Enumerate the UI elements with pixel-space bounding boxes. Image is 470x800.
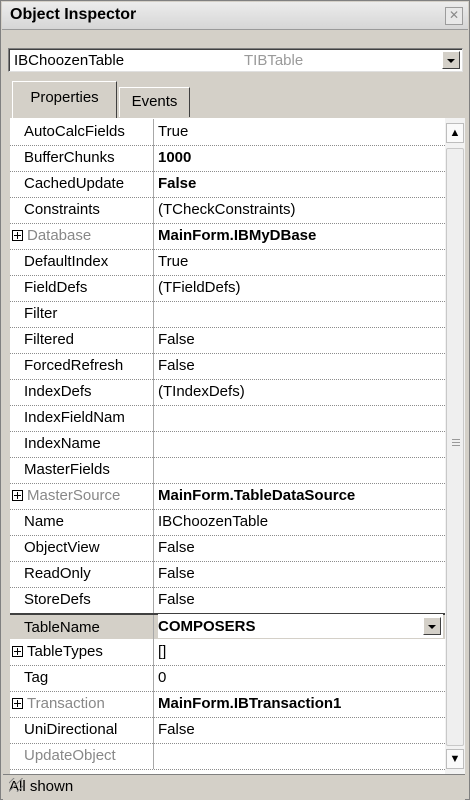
- property-row[interactable]: Tag 0: [10, 665, 445, 692]
- scroll-down-icon[interactable]: ▼: [446, 749, 464, 769]
- property-name: DefaultIndex: [10, 249, 154, 275]
- property-value[interactable]: (TIndexDefs): [158, 379, 445, 405]
- property-value[interactable]: False: [158, 561, 445, 587]
- chevron-down-icon[interactable]: [442, 51, 460, 69]
- property-name: ForcedRefresh: [10, 353, 154, 379]
- property-name: ObjectView: [10, 535, 154, 561]
- chevron-down-icon[interactable]: [423, 617, 441, 635]
- property-value[interactable]: False: [158, 717, 445, 743]
- property-value[interactable]: MainForm.IBMyDBase: [158, 223, 445, 249]
- property-name: MasterSource: [10, 483, 154, 509]
- property-name: TableName: [10, 615, 154, 641]
- selected-object-name: IBChoozenTable: [14, 52, 125, 69]
- property-row[interactable]: Constraints (TCheckConstraints): [10, 197, 445, 224]
- property-value[interactable]: [158, 431, 445, 457]
- property-row[interactable]: ForcedRefresh False: [10, 353, 445, 380]
- property-row[interactable]: TableTypes[]: [10, 639, 445, 666]
- property-name: Constraints: [10, 197, 154, 223]
- property-value[interactable]: True: [158, 249, 445, 275]
- property-name: BufferChunks: [10, 145, 154, 171]
- property-name: TableTypes: [10, 639, 154, 665]
- object-selector-dropdown[interactable]: IBChoozenTable TIBTable: [8, 48, 463, 72]
- property-row[interactable]: MasterFields: [10, 457, 445, 484]
- property-name: Filtered: [10, 327, 154, 353]
- property-row[interactable]: BufferChunks 1000: [10, 145, 445, 172]
- property-value[interactable]: MainForm.TableDataSource: [158, 483, 445, 509]
- property-row[interactable]: Filtered False: [10, 327, 445, 354]
- property-row[interactable]: UniDirectional False: [10, 717, 445, 744]
- title-bar[interactable]: Object Inspector ✕: [2, 2, 468, 30]
- scrollbar-thumb[interactable]: [446, 148, 464, 746]
- property-row[interactable]: DefaultIndex True: [10, 249, 445, 276]
- property-value[interactable]: 1000: [158, 145, 445, 171]
- property-name: Filter: [10, 301, 154, 327]
- property-value[interactable]: IBChoozenTable: [158, 509, 445, 535]
- property-value[interactable]: MainForm.IBTransaction1: [158, 691, 445, 717]
- close-icon[interactable]: ✕: [445, 7, 463, 25]
- property-row[interactable]: Transaction MainForm.IBTransaction1: [10, 691, 445, 718]
- property-value[interactable]: False: [158, 535, 445, 561]
- property-row[interactable]: IndexDefs (TIndexDefs): [10, 379, 445, 406]
- inspector-tabs: Properties Events: [8, 81, 463, 118]
- property-name: UniDirectional: [10, 717, 154, 743]
- property-row[interactable]: UpdateObject: [10, 743, 445, 770]
- property-row[interactable]: CachedUpdate False: [10, 171, 445, 198]
- scroll-up-icon[interactable]: ▲: [446, 123, 464, 143]
- property-row-selected[interactable]: TableName COMPOSERS: [10, 613, 445, 641]
- property-row[interactable]: AutoCalcFields True: [10, 119, 445, 146]
- tab-events[interactable]: Events: [119, 87, 190, 117]
- property-name: IndexDefs: [10, 379, 154, 405]
- object-inspector-window: Object Inspector ✕ IBChoozenTable TIBTab…: [0, 0, 470, 800]
- property-row[interactable]: ReadOnly False: [10, 561, 445, 588]
- property-value[interactable]: False: [158, 587, 445, 613]
- property-row[interactable]: StoreDefs False: [10, 587, 445, 614]
- property-name: Database: [10, 223, 154, 249]
- property-row[interactable]: MasterSource MainForm.TableDataSource: [10, 483, 445, 510]
- property-value[interactable]: False: [158, 353, 445, 379]
- status-bar: All shown: [3, 774, 465, 800]
- property-name: FieldDefs: [10, 275, 154, 301]
- property-row[interactable]: IndexName: [10, 431, 445, 458]
- selected-object-type: TIBTable: [244, 52, 304, 69]
- property-row[interactable]: FieldDefs (TFieldDefs): [10, 275, 445, 302]
- property-grid: AutoCalcFields True BufferChunks 1000 Cach…: [10, 118, 454, 775]
- vertical-scrollbar[interactable]: ▲ ▼: [445, 118, 465, 774]
- property-name: MasterFields: [10, 457, 154, 483]
- property-value[interactable]: [158, 405, 445, 431]
- property-name: StoreDefs: [10, 587, 154, 613]
- property-value[interactable]: [158, 301, 445, 327]
- property-name: Transaction: [10, 691, 154, 717]
- property-value[interactable]: False: [158, 171, 445, 197]
- property-value[interactable]: []: [158, 639, 445, 665]
- property-value-editor[interactable]: COMPOSERS: [158, 614, 443, 638]
- property-value[interactable]: 0: [158, 665, 445, 691]
- property-row[interactable]: Filter: [10, 301, 445, 328]
- window-title: Object Inspector: [10, 6, 137, 23]
- property-name: CachedUpdate: [10, 171, 154, 197]
- property-value[interactable]: [158, 743, 445, 769]
- property-name: ReadOnly: [10, 561, 154, 587]
- property-value[interactable]: (TCheckConstraints): [158, 197, 445, 223]
- tab-properties[interactable]: Properties: [12, 81, 117, 118]
- property-value[interactable]: (TFieldDefs): [158, 275, 445, 301]
- property-row[interactable]: Database MainForm.IBMyDBase: [10, 223, 445, 250]
- property-value[interactable]: True: [158, 119, 445, 145]
- property-name: IndexFieldNam: [10, 405, 154, 431]
- property-value[interactable]: False: [158, 327, 445, 353]
- property-name: Tag: [10, 665, 154, 691]
- property-name: Name: [10, 509, 154, 535]
- grip-icon: [452, 439, 460, 440]
- property-name: IndexName: [10, 431, 154, 457]
- property-value[interactable]: [158, 457, 445, 483]
- property-row[interactable]: IndexFieldNam: [10, 405, 445, 432]
- property-row[interactable]: Name IBChoozenTable: [10, 509, 445, 536]
- property-name: AutoCalcFields: [10, 119, 154, 145]
- property-row[interactable]: ObjectView False: [10, 535, 445, 562]
- property-name: UpdateObject: [10, 743, 154, 769]
- size-grip-icon[interactable]: [9, 778, 23, 792]
